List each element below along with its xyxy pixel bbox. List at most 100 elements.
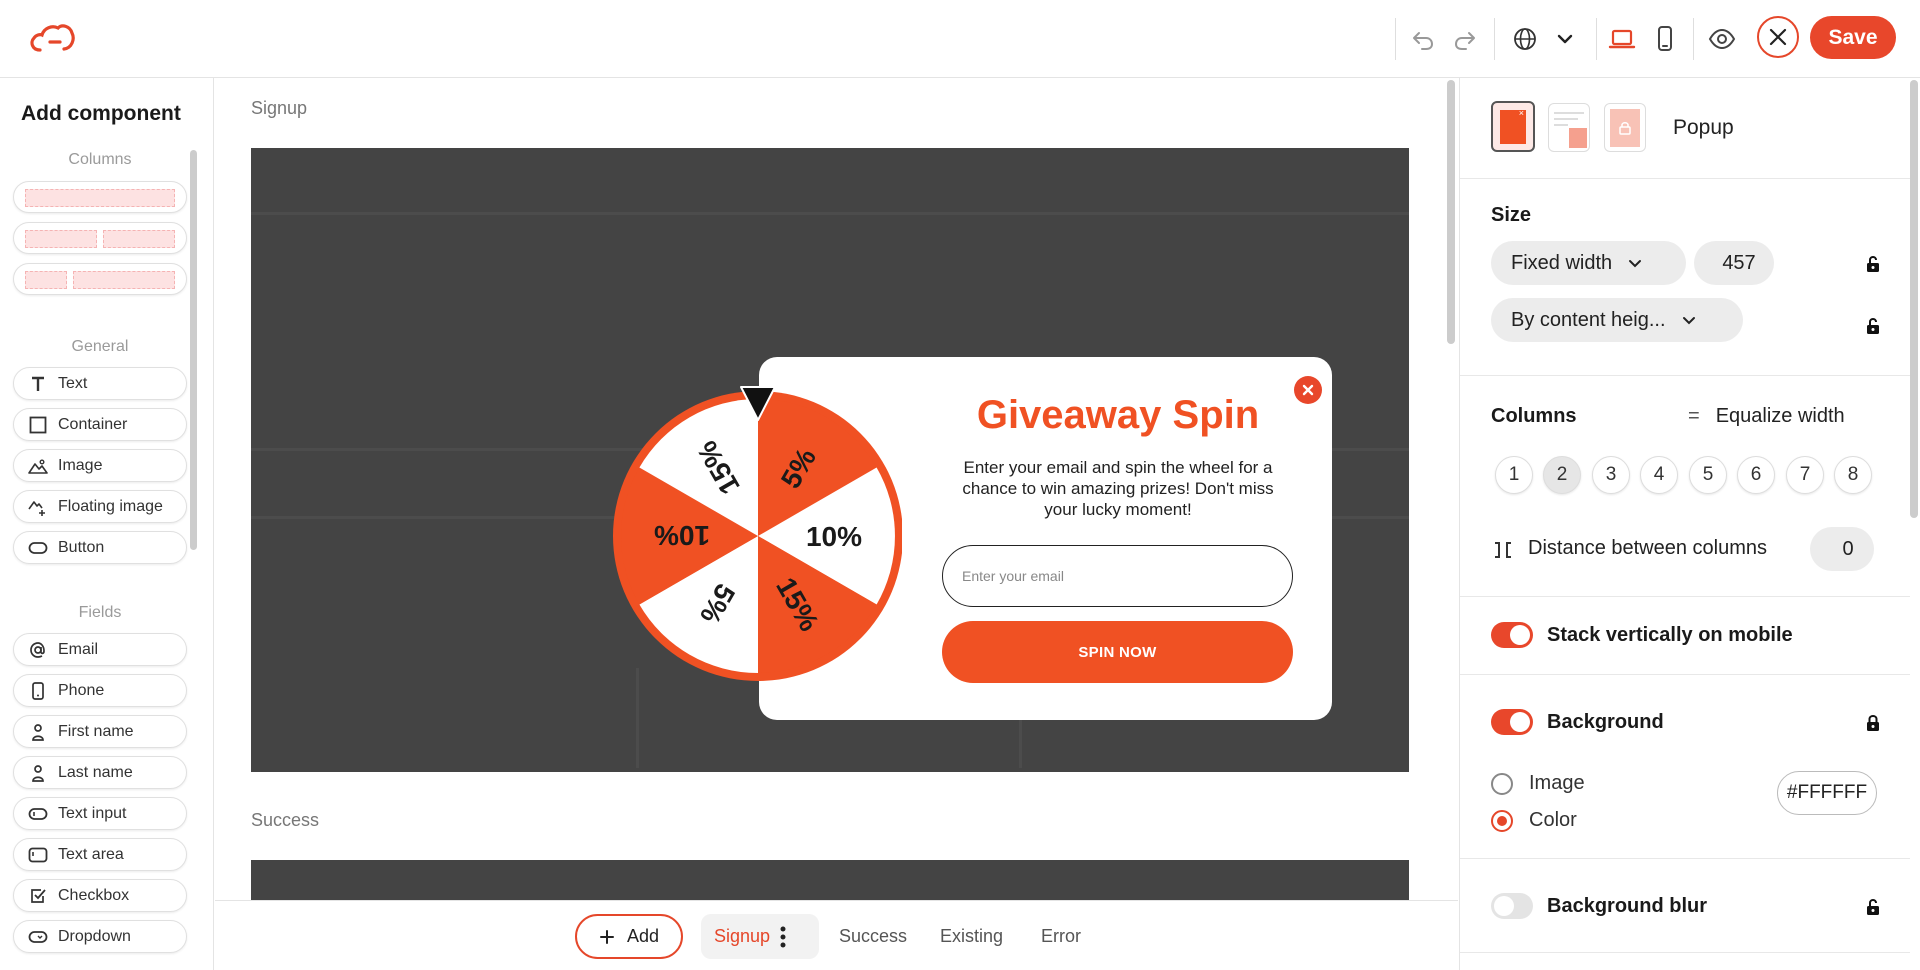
background-blur-toggle[interactable] bbox=[1491, 893, 1533, 919]
popup-email-input[interactable]: Enter your email bbox=[942, 545, 1293, 607]
unlock-icon[interactable] bbox=[1865, 255, 1881, 273]
canvas-scrollbar[interactable] bbox=[1447, 80, 1455, 344]
divider bbox=[1460, 596, 1910, 597]
equalize-width-button[interactable]: = Equalize width bbox=[1688, 405, 1845, 428]
component-text-area[interactable]: Text area bbox=[13, 838, 187, 871]
spin-now-button[interactable]: SPIN NOW bbox=[942, 621, 1293, 683]
columns-option-3[interactable]: 3 bbox=[1592, 456, 1630, 494]
grid-line bbox=[251, 212, 1409, 215]
equalize-width-label: Equalize width bbox=[1715, 405, 1845, 427]
prize-wheel[interactable]: 5% 10% 15% 5% 10% 15% bbox=[610, 382, 902, 686]
tab-existing[interactable]: Existing bbox=[940, 926, 1003, 947]
columns-option-5[interactable]: 5 bbox=[1689, 456, 1727, 494]
background-color-input[interactable]: #FFFFFF bbox=[1777, 771, 1877, 815]
properties-scrollbar[interactable] bbox=[1910, 80, 1918, 518]
component-email[interactable]: Email bbox=[13, 633, 187, 666]
width-value-input[interactable]: 457 bbox=[1694, 241, 1774, 285]
button-icon bbox=[28, 538, 48, 558]
component-label: Container bbox=[58, 415, 128, 433]
save-button[interactable]: Save bbox=[1810, 16, 1896, 59]
layout-option-popup[interactable]: × bbox=[1491, 101, 1535, 152]
chevron-down-icon[interactable] bbox=[1548, 22, 1582, 56]
tab-error[interactable]: Error bbox=[1041, 926, 1081, 947]
desktop-view-icon[interactable] bbox=[1605, 22, 1639, 56]
component-phone[interactable]: Phone bbox=[13, 674, 187, 707]
component-floating-image[interactable]: Floating image bbox=[13, 490, 187, 523]
component-button[interactable]: Button bbox=[13, 531, 187, 564]
redo-icon[interactable] bbox=[1448, 22, 1482, 56]
component-label: Button bbox=[58, 538, 105, 556]
tab-signup[interactable]: Signup bbox=[701, 914, 819, 959]
chevron-down-icon bbox=[1629, 260, 1642, 268]
component-last-name[interactable]: Last name bbox=[13, 756, 187, 789]
lock-icon[interactable] bbox=[1865, 714, 1881, 732]
unlock-icon[interactable] bbox=[1865, 317, 1881, 335]
background-label: Background bbox=[1547, 711, 1664, 733]
column-distance-input[interactable]: 0 bbox=[1810, 527, 1874, 571]
component-text[interactable]: Text bbox=[13, 367, 187, 400]
component-label: Text bbox=[58, 374, 88, 392]
divider bbox=[1460, 858, 1910, 859]
columns-option-4[interactable]: 4 bbox=[1640, 456, 1678, 494]
component-text-input[interactable]: Text input bbox=[13, 797, 187, 830]
divider bbox=[1460, 178, 1910, 179]
background-image-radio[interactable] bbox=[1491, 773, 1513, 795]
tab-label: Signup bbox=[714, 926, 771, 946]
equals-icon: = bbox=[1688, 405, 1700, 427]
preview-eye-icon[interactable] bbox=[1705, 22, 1739, 56]
layout-option-slide-in[interactable] bbox=[1548, 103, 1590, 152]
lock-icon bbox=[1619, 121, 1631, 135]
stack-mobile-toggle[interactable] bbox=[1491, 622, 1533, 648]
left-panel-scrollbar[interactable] bbox=[190, 150, 197, 550]
columns-option-2[interactable]: 2 bbox=[1543, 456, 1581, 494]
globe-icon[interactable] bbox=[1508, 22, 1542, 56]
component-first-name[interactable]: First name bbox=[13, 715, 187, 748]
background-toggle[interactable] bbox=[1491, 709, 1533, 735]
component-checkbox[interactable]: Checkbox bbox=[13, 879, 187, 912]
component-label: Checkbox bbox=[58, 886, 130, 904]
app-logo-icon[interactable] bbox=[28, 22, 76, 54]
container-icon bbox=[28, 415, 48, 435]
component-container[interactable]: Container bbox=[13, 408, 187, 441]
floating-image-icon bbox=[28, 497, 48, 517]
component-image[interactable]: Image bbox=[13, 449, 187, 482]
person-icon bbox=[28, 763, 48, 783]
more-vertical-icon[interactable] bbox=[780, 926, 786, 948]
background-blur-label: Background blur bbox=[1547, 895, 1708, 917]
divider bbox=[1460, 375, 1910, 376]
divider bbox=[1395, 18, 1396, 60]
component-label: Phone bbox=[58, 681, 105, 699]
columns-option-7[interactable]: 7 bbox=[1786, 456, 1824, 494]
svg-text:10%: 10% bbox=[806, 521, 862, 552]
background-color-radio[interactable] bbox=[1491, 810, 1513, 832]
columns-heading: Columns bbox=[1491, 405, 1577, 427]
component-dropdown[interactable]: Dropdown bbox=[13, 920, 187, 953]
columns-option-8[interactable]: 8 bbox=[1834, 456, 1872, 494]
background-image-label: Image bbox=[1529, 772, 1585, 794]
layout-option-locked[interactable] bbox=[1604, 103, 1646, 152]
component-label: First name bbox=[58, 722, 134, 740]
mobile-view-icon[interactable] bbox=[1648, 22, 1682, 56]
one-column-layout[interactable] bbox=[13, 181, 187, 213]
add-component-panel: Add component Columns General Text Conta… bbox=[0, 78, 214, 970]
add-step-button[interactable]: Add bbox=[575, 914, 683, 959]
component-label: Email bbox=[58, 640, 99, 658]
popup-description[interactable]: Enter your email and spin the wheel for … bbox=[945, 457, 1291, 520]
chevron-down-icon bbox=[1682, 317, 1695, 325]
columns-option-1[interactable]: 1 bbox=[1495, 456, 1533, 494]
two-column-narrow-wide-layout[interactable] bbox=[13, 263, 187, 295]
undo-icon[interactable] bbox=[1406, 22, 1440, 56]
component-label: Dropdown bbox=[58, 927, 131, 945]
divider bbox=[1460, 674, 1910, 675]
dropdown-icon bbox=[28, 927, 48, 947]
tab-success[interactable]: Success bbox=[839, 926, 907, 947]
popup-title[interactable]: Giveaway Spin bbox=[929, 393, 1307, 438]
step-label-success: Success bbox=[251, 810, 320, 830]
component-label: Floating image bbox=[58, 497, 163, 515]
two-column-layout[interactable] bbox=[13, 222, 187, 254]
close-editor-button[interactable] bbox=[1757, 16, 1799, 58]
columns-option-6[interactable]: 6 bbox=[1737, 456, 1775, 494]
width-mode-select[interactable]: Fixed width bbox=[1491, 241, 1686, 285]
unlock-icon[interactable] bbox=[1865, 898, 1881, 916]
height-mode-select[interactable]: By content heig... bbox=[1491, 298, 1743, 342]
